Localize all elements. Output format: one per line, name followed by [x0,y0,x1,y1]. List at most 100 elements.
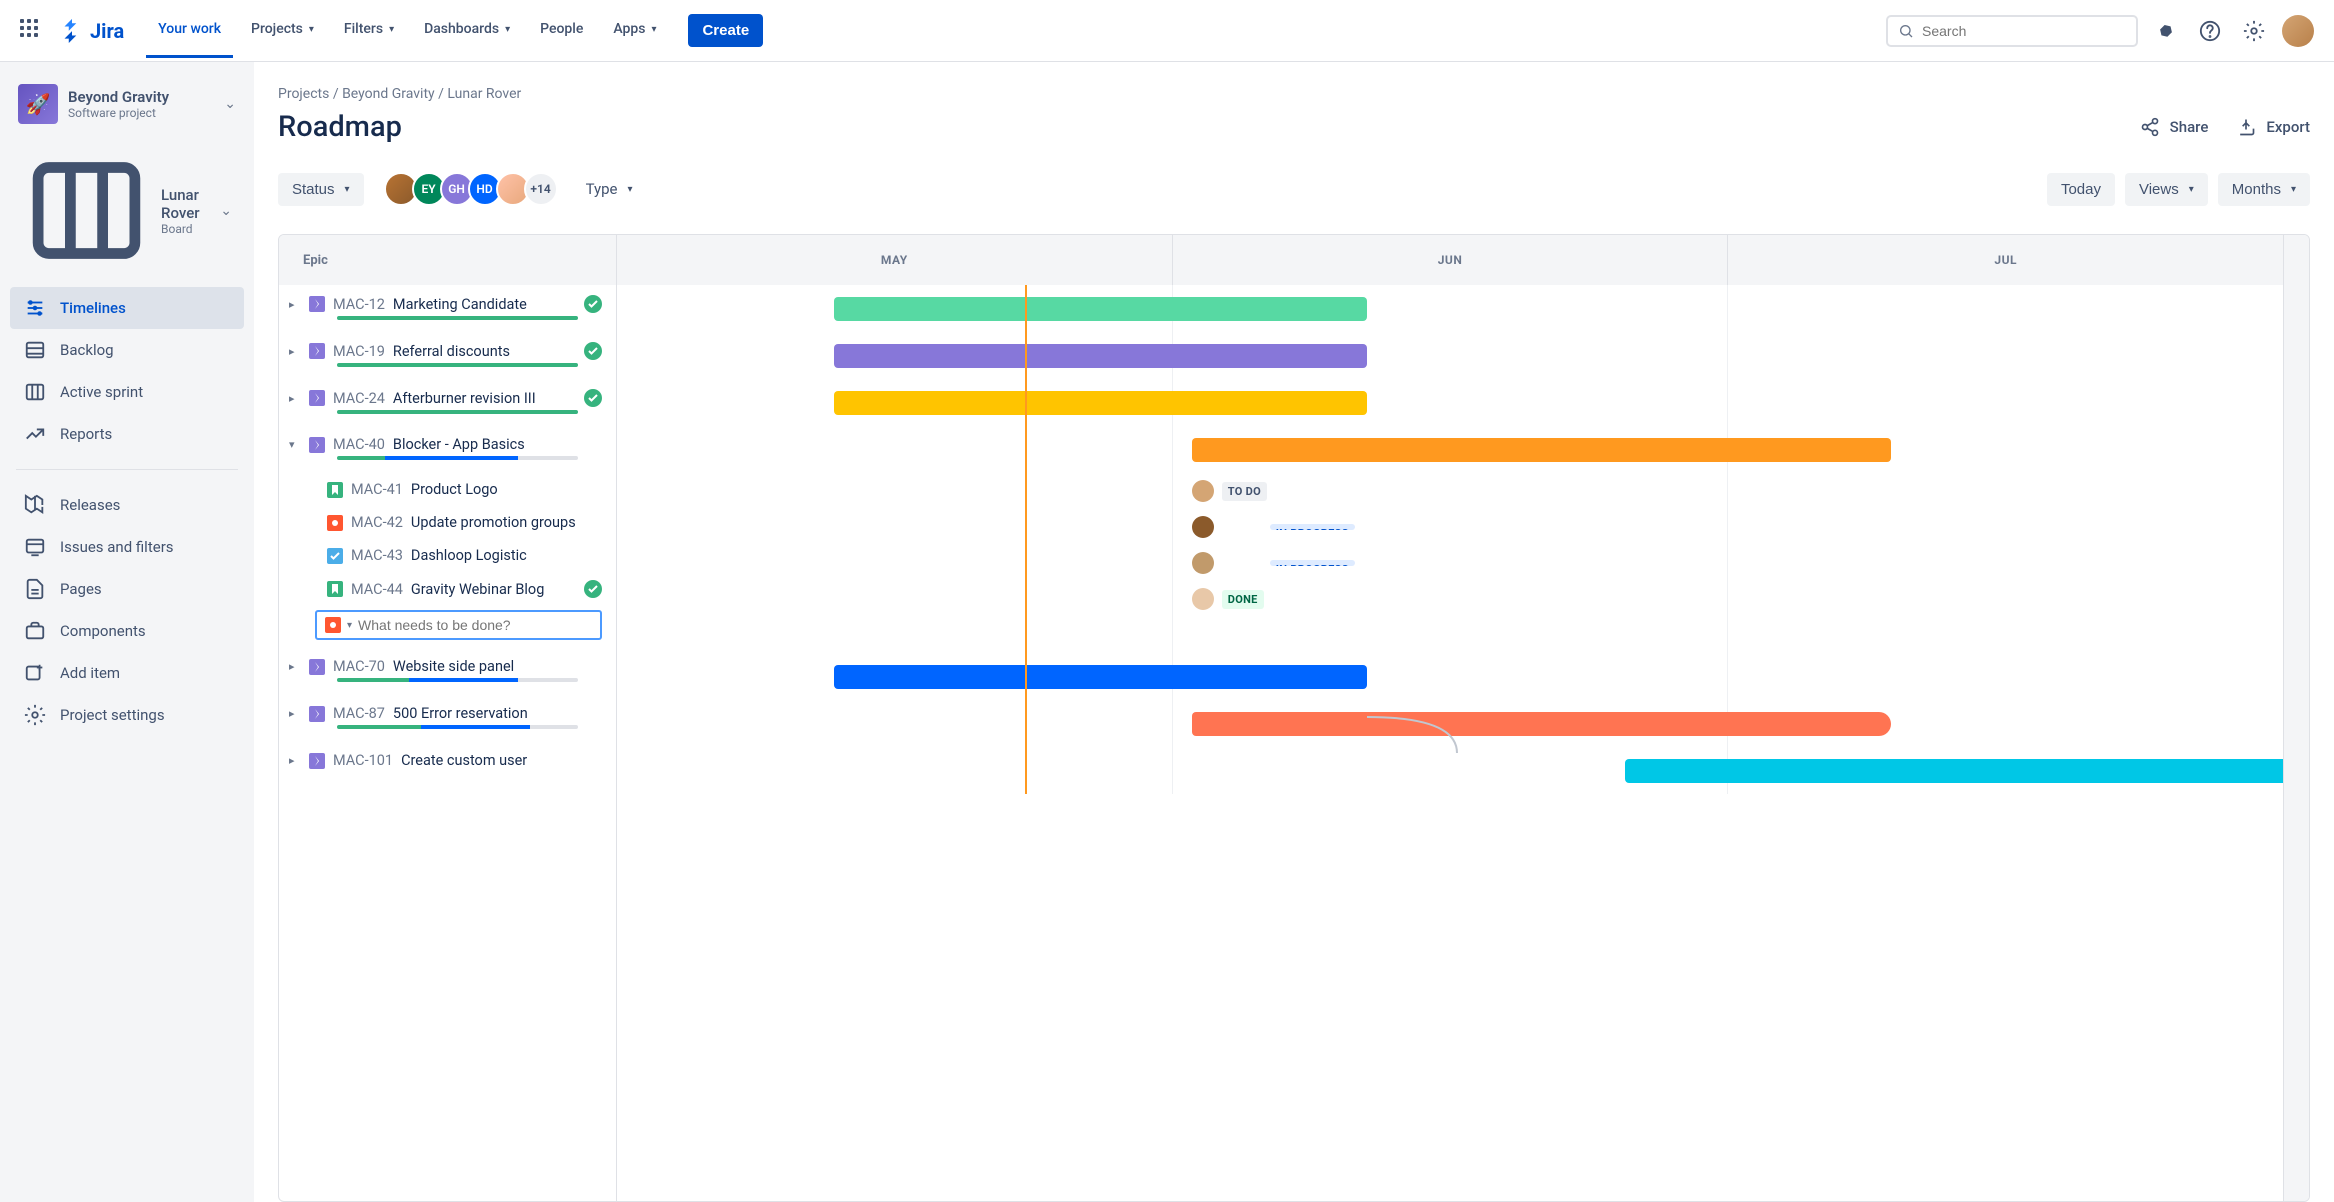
user-avatar[interactable] [2282,15,2314,47]
chevron-right-icon[interactable]: ▸ [289,345,301,358]
sidebar-item-issues-and-filters[interactable]: Issues and filters [10,526,244,568]
inline-create[interactable]: ▾ [315,610,602,640]
nav-item-filters[interactable]: Filters▾ [332,3,406,58]
status-lozenge[interactable]: TO DO [1222,482,1267,501]
issue-key[interactable]: MAC-87 [333,705,385,722]
status-lozenge[interactable]: IN PROGRESS [1270,524,1355,530]
chevron-right-icon[interactable]: ▸ [289,660,301,673]
epic-row[interactable]: ▸ MAC-24 Afterburner revision III [279,379,616,426]
chevron-right-icon[interactable]: ▸ [289,298,301,311]
status-lozenge[interactable]: DONE [1222,590,1264,609]
sidebar-item-pages[interactable]: Pages [10,568,244,610]
today-button[interactable]: Today [2047,173,2115,206]
issue-key[interactable]: MAC-70 [333,658,385,675]
issue-title[interactable]: Gravity Webinar Blog [411,581,544,598]
assignee-avatar[interactable] [1192,588,1214,610]
child-issue-row[interactable]: MAC-43 Dashloop Logistic [279,539,616,572]
sidebar-item-active-sprint[interactable]: Active sprint [10,371,244,413]
nav-item-dashboards[interactable]: Dashboards▾ [412,3,522,58]
issue-title[interactable]: Update promotion groups [411,514,576,531]
issue-key[interactable]: MAC-12 [333,296,385,313]
assignee-avatars[interactable]: EYGHHD+14 [384,172,558,206]
epic-bar[interactable] [1192,438,1892,462]
epic-bar[interactable] [1625,759,2283,783]
notifications-icon[interactable] [2150,15,2182,47]
inline-create-input[interactable] [358,617,592,633]
export-button[interactable]: Export [2236,117,2310,137]
issue-key[interactable]: MAC-40 [333,436,385,453]
child-issue-row[interactable]: MAC-44 Gravity Webinar Blog [279,572,616,606]
issue-title[interactable]: Product Logo [411,481,498,498]
epic-bar[interactable] [834,297,1367,321]
issue-key[interactable]: MAC-24 [333,390,385,407]
avatar[interactable]: +14 [524,172,558,206]
epic-bar[interactable] [834,391,1367,415]
breadcrumb-board[interactable]: Lunar Rover [447,86,521,102]
share-button[interactable]: Share [2140,117,2209,137]
nav-item-apps[interactable]: Apps▾ [601,3,668,58]
issue-title[interactable]: Marketing Candidate [393,296,527,313]
nav-item-people[interactable]: People [528,3,595,58]
issue-title[interactable]: Referral discounts [393,343,510,360]
epic-row[interactable]: ▸ MAC-101 Create custom user [279,742,616,789]
epic-bar[interactable] [834,344,1367,368]
issue-title[interactable]: Create custom user [401,752,527,769]
views-button[interactable]: Views▾ [2125,173,2208,206]
child-issue-row[interactable]: MAC-41 Product Logo [279,473,616,506]
timeline-body[interactable]: TO DO IN PROGRESS IN PROGRESS DONE [617,285,2283,794]
type-filter[interactable]: Type▾ [586,180,633,198]
issue-title[interactable]: Blocker - App Basics [393,436,525,453]
issue-title[interactable]: Afterburner revision III [393,390,536,407]
settings-icon[interactable] [2238,15,2270,47]
breadcrumb-projects[interactable]: Projects [278,86,329,102]
sidebar-item-components[interactable]: Components [10,610,244,652]
nav-item-your-work[interactable]: Your work [146,3,233,58]
issue-key[interactable]: MAC-101 [333,752,393,769]
assignee-avatar[interactable] [1192,552,1214,574]
nav-item-projects[interactable]: Projects▾ [239,3,326,58]
chevron-right-icon[interactable]: ▸ [289,754,301,767]
add-column[interactable] [2283,235,2309,1201]
issue-key[interactable]: MAC-41 [351,481,403,498]
assignee-avatar[interactable] [1192,516,1214,538]
epic-bar[interactable] [834,665,1367,689]
issue-key[interactable]: MAC-42 [351,514,403,531]
status-lozenge[interactable]: IN PROGRESS [1270,560,1355,566]
breadcrumb-project[interactable]: Beyond Gravity [342,86,435,102]
sidebar-item-add-item[interactable]: Add item [10,652,244,694]
epic-row[interactable]: ▸ MAC-12 Marketing Candidate [279,285,616,332]
sidebar-item-project-settings[interactable]: Project settings [10,694,244,736]
chevron-right-icon[interactable]: ▸ [289,707,301,720]
project-header[interactable]: 🚀 Beyond Gravity Software project ⌄ [10,80,244,140]
epic-row[interactable]: ▸ MAC-70 Website side panel [279,648,616,695]
issue-title[interactable]: Dashloop Logistic [411,547,527,564]
sidebar-item-releases[interactable]: Releases [10,484,244,526]
months-button[interactable]: Months▾ [2218,173,2310,206]
chevron-down-icon[interactable]: ▾ [347,620,352,631]
chevron-down-icon[interactable]: ⌄ [224,96,236,112]
sidebar-item-timelines[interactable]: Timelines [10,287,244,329]
epic-row[interactable]: ▸ MAC-87 500 Error reservation [279,695,616,742]
search-input[interactable] [1922,23,2126,39]
child-issue-row[interactable]: MAC-42 Update promotion groups [279,506,616,539]
chevron-down-icon[interactable]: ⌄ [220,203,232,219]
status-filter[interactable]: Status▾ [278,173,364,206]
board-header[interactable]: Lunar Rover Board ⌄ [10,140,244,287]
jira-logo[interactable]: Jira [60,19,124,43]
issue-title[interactable]: 500 Error reservation [393,705,528,722]
app-switcher-icon[interactable] [20,19,44,43]
issue-key[interactable]: MAC-19 [333,343,385,360]
search-box[interactable] [1886,15,2138,47]
create-button[interactable]: Create [688,14,763,47]
chevron-right-icon[interactable]: ▸ [289,392,301,405]
help-icon[interactable] [2194,15,2226,47]
sidebar-item-backlog[interactable]: Backlog [10,329,244,371]
issue-key[interactable]: MAC-44 [351,581,403,598]
assignee-avatar[interactable] [1192,480,1214,502]
issue-title[interactable]: Website side panel [393,658,514,675]
chevron-down-icon[interactable]: ▾ [289,438,301,451]
epic-row[interactable]: ▾ MAC-40 Blocker - App Basics [279,426,616,473]
epic-row[interactable]: ▸ MAC-19 Referral discounts [279,332,616,379]
issue-key[interactable]: MAC-43 [351,547,403,564]
epic-bar[interactable] [1192,712,1892,736]
